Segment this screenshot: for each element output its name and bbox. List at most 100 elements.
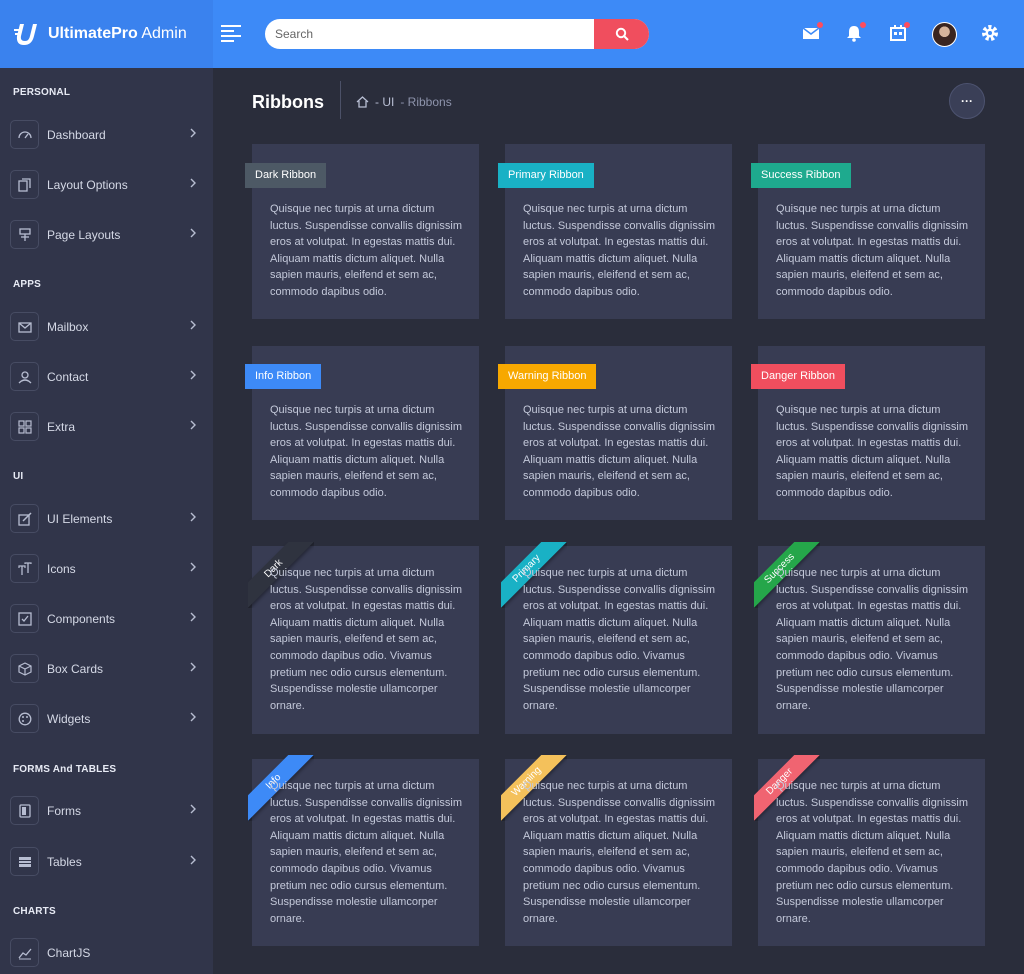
ribbon-success: Success Ribbon (751, 163, 851, 188)
sidebar-item-label: Page Layouts (47, 228, 121, 242)
sidebar-item-contact[interactable]: Contact (0, 358, 213, 398)
sidebar-item-tables[interactable]: Tables (0, 843, 213, 883)
chevron-right-icon (190, 370, 196, 380)
edit-icon (10, 504, 39, 533)
sidebar-item-label: Box Cards (47, 662, 104, 676)
checkbox-icon (10, 604, 39, 633)
brand-name: UltimatePro Admin (48, 25, 187, 42)
ribbon-primary: Primary Ribbon (498, 163, 594, 188)
notifications-button[interactable] (845, 22, 866, 44)
sidebar-item-box-cards[interactable]: Box Cards (0, 650, 213, 690)
chevron-right-icon (190, 804, 196, 814)
breadcrumb: - UI - Ribbons (356, 95, 452, 109)
card-text: Quisque nec turpis at urna dictum luctus… (270, 404, 462, 499)
ribbon-card: Success Quisque nec turpis at urna dictu… (754, 542, 985, 734)
sidebar-item-label: UI Elements (47, 512, 113, 526)
sidebar-item-extra[interactable]: Extra (0, 408, 213, 448)
chevron-right-icon (190, 855, 196, 865)
box-icon (10, 654, 39, 683)
card-text: Quisque nec turpis at urna dictum luctus… (270, 203, 462, 298)
home-icon[interactable] (356, 96, 369, 108)
ribbon-card: Dark Quisque nec turpis at urna dictum l… (248, 542, 479, 734)
dashboard-icon (10, 120, 39, 149)
sidebar-item-label: Mailbox (47, 320, 89, 334)
ribbon-info: Info Ribbon (245, 364, 322, 389)
chevron-right-icon (190, 420, 196, 430)
chevron-right-icon (190, 512, 196, 522)
sidebar-item-icons[interactable]: Icons (0, 550, 213, 590)
ribbon-warning: Warning Ribbon (498, 364, 597, 389)
mail-icon (10, 312, 39, 341)
avatar[interactable] (932, 22, 957, 47)
sidebar-item-label: Tables (47, 855, 82, 869)
search-bar (265, 19, 649, 49)
ribbon-card: Info Quisque nec turpis at urna dictum l… (248, 755, 479, 946)
chevron-right-icon (190, 228, 196, 238)
chevron-right-icon (190, 128, 196, 138)
sidebar-item-label: Components (47, 612, 116, 626)
sidebar: PERSONAL Dashboard Layout Options Page L… (0, 68, 213, 974)
ribbon-danger: Danger Ribbon (751, 364, 845, 389)
ribbon-card: Info Ribbon Quisque nec turpis at urna d… (245, 346, 479, 520)
settings-button[interactable] (981, 24, 1001, 44)
breadcrumb-item[interactable]: - UI (375, 95, 394, 109)
sidebar-item-widgets[interactable]: Widgets (0, 700, 213, 740)
search-icon (615, 27, 629, 41)
notification-dot (860, 22, 866, 28)
palette-icon (10, 704, 39, 733)
divider (340, 81, 341, 119)
chevron-right-icon (190, 662, 196, 672)
sidebar-item-label: Icons (47, 562, 76, 576)
more-options-button[interactable]: ··· (949, 83, 985, 119)
ribbon-card: Primary Ribbon Quisque nec turpis at urn… (498, 144, 732, 319)
ribbon-dark: Dark Ribbon (245, 163, 327, 188)
main-content: Ribbons - UI - Ribbons ··· Dark Ribbon Q… (213, 68, 1024, 974)
page-title: Ribbons (252, 92, 324, 112)
ribbon-card: Warning Quisque nec turpis at urna dictu… (501, 755, 732, 946)
layout-icon (10, 220, 39, 249)
sidebar-section-title: UI (13, 471, 24, 482)
form-icon (10, 796, 39, 825)
card-text: Quisque nec turpis at urna dictum luctus… (270, 780, 462, 925)
mail-button[interactable] (802, 22, 823, 44)
notification-dot (817, 22, 823, 28)
sidebar-item-label: Forms (47, 804, 81, 818)
chevron-right-icon (190, 612, 196, 622)
gear-icon (982, 25, 998, 41)
sidebar-item-layout-options[interactable]: Layout Options (0, 166, 213, 206)
search-button[interactable] (594, 19, 649, 49)
sidebar-item-label: Widgets (47, 712, 91, 726)
menu-icon[interactable] (221, 24, 241, 42)
font-icon (10, 554, 39, 583)
ribbon-card: Success Ribbon Quisque nec turpis at urn… (751, 144, 985, 319)
search-input[interactable] (265, 19, 594, 49)
sidebar-item-label: Dashboard (47, 128, 106, 142)
sidebar-item-components[interactable]: Components (0, 600, 213, 640)
chart-icon (10, 938, 39, 967)
ribbon-card: Danger Quisque nec turpis at urna dictum… (754, 755, 985, 946)
chevron-right-icon (190, 178, 196, 188)
sidebar-section-title: APPS (13, 279, 42, 290)
sidebar-item-page-layouts[interactable]: Page Layouts (0, 216, 213, 256)
card-text: Quisque nec turpis at urna dictum luctus… (776, 567, 968, 712)
sidebar-item-ui-elements[interactable]: UI Elements (0, 500, 213, 540)
card-text: Quisque nec turpis at urna dictum luctus… (776, 780, 968, 925)
sidebar-item-label: Contact (47, 370, 89, 384)
calendar-button[interactable] (889, 22, 910, 44)
card-text: Quisque nec turpis at urna dictum luctus… (523, 404, 715, 499)
sidebar-item-dashboard[interactable]: Dashboard (0, 116, 213, 156)
card-text: Quisque nec turpis at urna dictum luctus… (523, 567, 715, 712)
ribbon-card: Dark Ribbon Quisque nec turpis at urna d… (245, 144, 479, 319)
ribbon-card: Primary Quisque nec turpis at urna dictu… (501, 542, 732, 734)
notification-dot (904, 22, 910, 28)
sidebar-item-forms[interactable]: Forms (0, 792, 213, 832)
chevron-right-icon (190, 712, 196, 722)
sidebar-item-label: Layout Options (47, 178, 128, 192)
brand[interactable]: UltimatePro Admin (0, 0, 213, 68)
card-text: Quisque nec turpis at urna dictum luctus… (523, 203, 715, 298)
sidebar-item-mailbox[interactable]: Mailbox (0, 308, 213, 348)
ribbon-card: Warning Ribbon Quisque nec turpis at urn… (498, 346, 732, 520)
breadcrumb-item-current: - Ribbons (400, 95, 452, 109)
card-text: Quisque nec turpis at urna dictum luctus… (523, 780, 715, 925)
sidebar-item-chartjs[interactable]: ChartJS (0, 934, 213, 974)
